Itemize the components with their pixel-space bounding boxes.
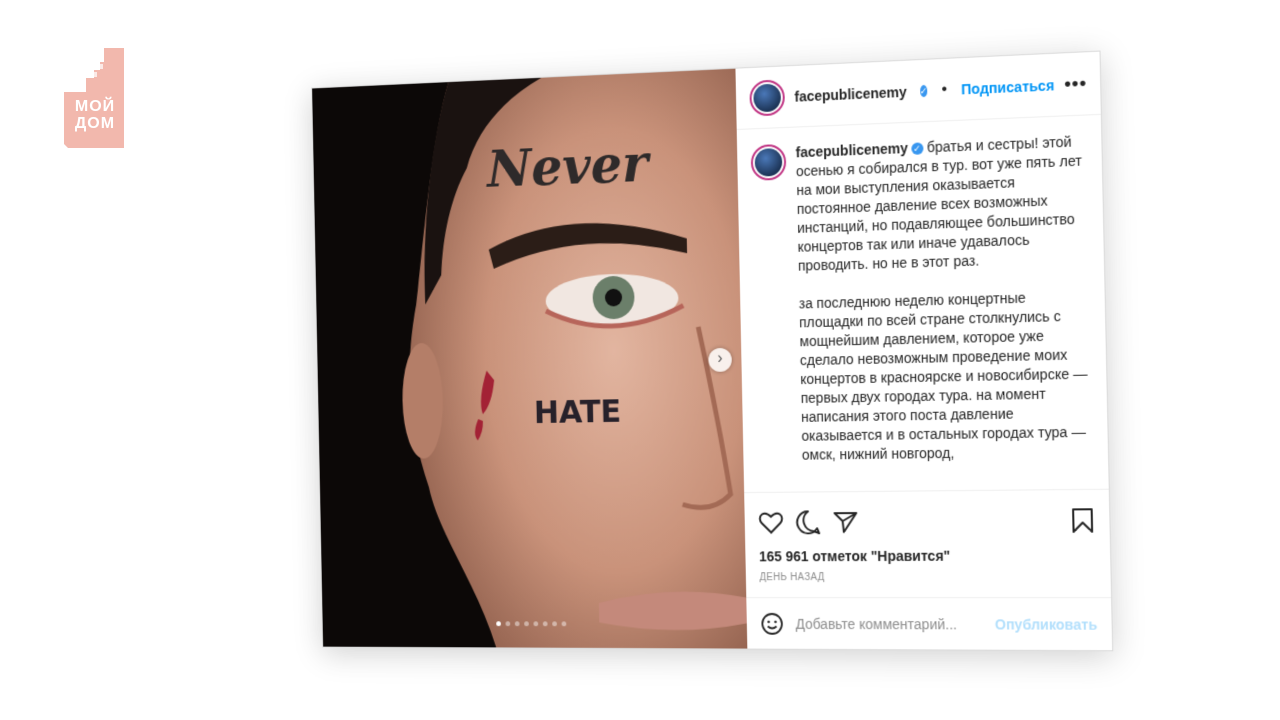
carousel-dot [523, 621, 529, 627]
post-caption: facepublicenemy ✓ братья и сестры! этой о… [736, 114, 1109, 494]
save-bookmark-icon[interactable] [1070, 507, 1095, 534]
comment-icon[interactable] [795, 509, 821, 535]
share-send-icon[interactable] [833, 510, 859, 534]
carousel-dot [551, 621, 557, 627]
publish-button[interactable]: Опубликовать [995, 616, 1098, 633]
post-actions: 165 961 отметок "Нравится" ДЕНЬ НАЗАД [744, 490, 1111, 597]
verified-badge-icon: ✓ [919, 84, 928, 97]
like-heart-icon[interactable] [758, 511, 784, 535]
caption-username[interactable]: facepublicenemy [795, 140, 908, 160]
emoji-icon[interactable] [760, 611, 784, 635]
forehead-tattoo: Never [485, 133, 652, 199]
instagram-post-card: Never HATE › facepublicenemy ✓ • Подписа… [311, 50, 1114, 652]
carousel-dot [532, 621, 538, 627]
follow-button[interactable]: Подписаться [961, 77, 1054, 97]
post-side-panel: facepublicenemy ✓ • Подписаться ••• face… [735, 51, 1113, 651]
caption-paragraph-2: за последнюю неделю концертные площадки … [798, 289, 1088, 463]
comment-input[interactable] [795, 615, 983, 632]
chevron-right-icon: › [717, 349, 723, 367]
face-photo-image: Never HATE [312, 68, 748, 649]
caption-avatar[interactable] [750, 143, 787, 181]
caption-text: facepublicenemy ✓ братья и сестры! этой о… [795, 132, 1094, 492]
likes-count[interactable]: 165 961 отметок "Нравится" [759, 547, 1096, 565]
carousel-dot [495, 621, 501, 627]
carousel-dot [514, 621, 520, 627]
username-link[interactable]: facepublicenemy [794, 83, 907, 104]
cheek-tattoo: HATE [534, 393, 622, 431]
avatar[interactable] [749, 78, 786, 117]
comment-bar: Опубликовать [746, 597, 1113, 651]
carousel-dot [561, 621, 566, 627]
carousel-dot [542, 621, 548, 627]
carousel-dot [505, 621, 510, 627]
caption-verified-icon: ✓ [910, 142, 924, 156]
post-photo[interactable]: Never HATE › [312, 68, 748, 649]
more-options-icon[interactable]: ••• [1064, 73, 1087, 95]
post-timestamp[interactable]: ДЕНЬ НАЗАД [759, 572, 1096, 598]
caption-paragraph-1: facepublicenemy ✓ братья и сестры! этой о… [795, 133, 1083, 274]
